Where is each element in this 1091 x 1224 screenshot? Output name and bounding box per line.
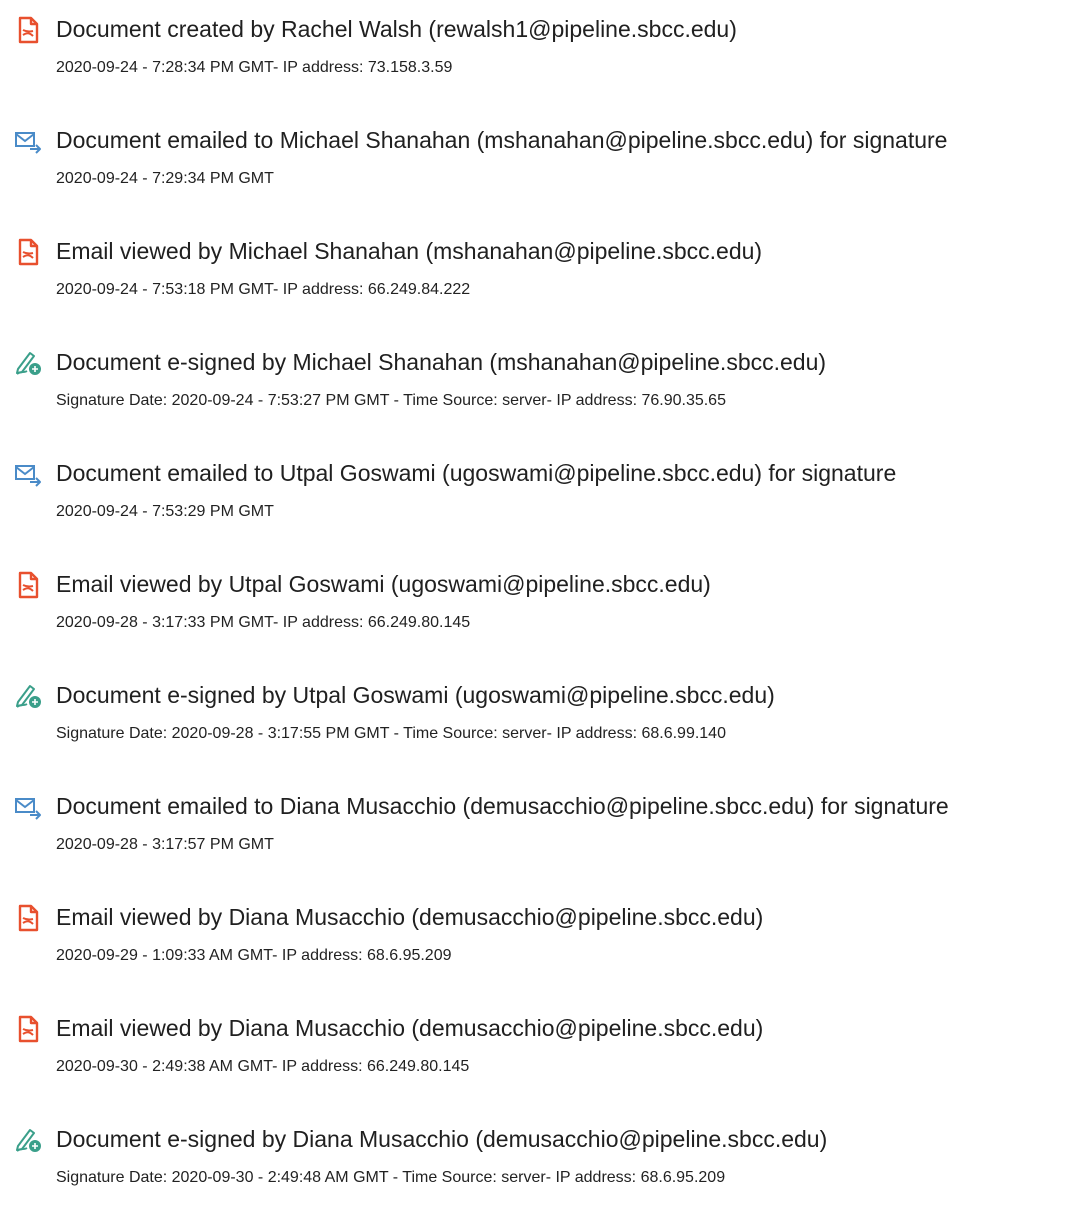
event-title: Document e-signed by Utpal Goswami (ugos… [56,682,775,708]
event-detail: 2020-09-29 - 1:09:33 AM GMT- IP address:… [56,947,452,964]
audit-event: Email viewed by Utpal Goswami (ugoswami@… [0,569,1091,649]
audit-event: Email viewed by Diana Musacchio (demusac… [0,1013,1091,1093]
audit-event: Document emailed to Utpal Goswami (ugosw… [0,458,1091,538]
event-detail: 2020-09-24 - 7:29:34 PM GMT [56,170,274,187]
document-icon [14,904,42,932]
pen-sign-icon [14,349,42,377]
email-sent-icon [14,793,42,821]
event-detail: Signature Date: 2020-09-24 - 7:53:27 PM … [56,392,726,409]
event-detail: Signature Date: 2020-09-30 - 2:49:48 AM … [56,1169,726,1186]
event-detail: 2020-09-28 - 3:17:33 PM GMT- IP address:… [56,614,471,631]
document-icon [14,16,42,44]
event-title: Email viewed by Utpal Goswami (ugoswami@… [56,571,711,597]
event-title: Document emailed to Michael Shanahan (ms… [56,127,948,153]
audit-event: Document e-signed by Michael Shanahan (m… [0,347,1091,427]
document-icon [14,1015,42,1043]
audit-event: Email viewed by Diana Musacchio (demusac… [0,902,1091,982]
event-detail: 2020-09-24 - 7:28:34 PM GMT- IP address:… [56,59,453,76]
event-title: Document emailed to Diana Musacchio (dem… [56,793,949,819]
event-detail: 2020-09-28 - 3:17:57 PM GMT [56,836,274,853]
audit-event: Document created by Rachel Walsh (rewals… [0,14,1091,94]
audit-event: Document emailed to Diana Musacchio (dem… [0,791,1091,871]
pen-sign-icon [14,682,42,710]
event-detail: 2020-09-24 - 7:53:29 PM GMT [56,503,274,520]
event-title: Email viewed by Michael Shanahan (mshana… [56,238,763,264]
audit-event: Email viewed by Michael Shanahan (mshana… [0,236,1091,316]
pen-sign-icon [14,1126,42,1154]
event-title: Document e-signed by Diana Musacchio (de… [56,1126,828,1152]
email-sent-icon [14,127,42,155]
event-title: Document created by Rachel Walsh (rewals… [56,16,737,42]
audit-event: Document emailed to Michael Shanahan (ms… [0,125,1091,205]
event-title: Email viewed by Diana Musacchio (demusac… [56,1015,764,1041]
event-title: Document e-signed by Michael Shanahan (m… [56,349,827,375]
event-detail: 2020-09-24 - 7:53:18 PM GMT- IP address:… [56,281,471,298]
document-icon [14,238,42,266]
event-title: Document emailed to Utpal Goswami (ugosw… [56,460,897,486]
audit-event: Document e-signed by Diana Musacchio (de… [0,1124,1091,1204]
event-title: Email viewed by Diana Musacchio (demusac… [56,904,764,930]
event-detail: 2020-09-30 - 2:49:38 AM GMT- IP address:… [56,1058,470,1075]
audit-event: Document e-signed by Utpal Goswami (ugos… [0,680,1091,760]
event-detail: Signature Date: 2020-09-28 - 3:17:55 PM … [56,725,726,742]
audit-log: Document created by Rachel Walsh (rewals… [0,0,1091,1224]
email-sent-icon [14,460,42,488]
document-icon [14,571,42,599]
